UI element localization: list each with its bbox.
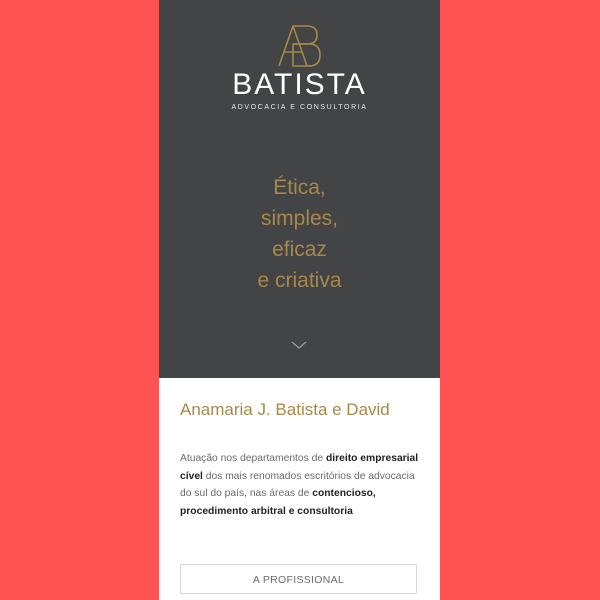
profile-button[interactable]: A PROFISSIONAL (180, 564, 417, 594)
motto-line: eficaz (272, 238, 327, 261)
motto-line: simples, (260, 207, 339, 230)
profile-section: Anamaria J. Batista e David Atuação nos … (159, 378, 440, 600)
hero-motto: Ética, simples, eficaz e criativa (159, 172, 440, 296)
motto-line: e criativa (257, 269, 342, 292)
ab-monogram-logo-icon (278, 25, 321, 67)
bio-segment: Atuação nos departamentos de (180, 453, 326, 464)
brand-tagline: ADVOCACIA E CONSULTORIA (231, 104, 368, 111)
bio-text: Atuação nos departamentos de direito emp… (180, 450, 424, 520)
person-name: Anamaria J. Batista e David (180, 400, 390, 419)
mobile-page: BATISTA ADVOCACIA E CONSULTORIA Ética, s… (159, 0, 440, 600)
bio-segment: dos mais renomados escritórios de advoca… (180, 470, 415, 500)
motto-line: Ética, (273, 176, 326, 199)
chevron-down-icon[interactable] (291, 340, 307, 350)
brand-name: BATISTA (232, 68, 367, 101)
hero-section: BATISTA ADVOCACIA E CONSULTORIA Ética, s… (159, 0, 440, 378)
